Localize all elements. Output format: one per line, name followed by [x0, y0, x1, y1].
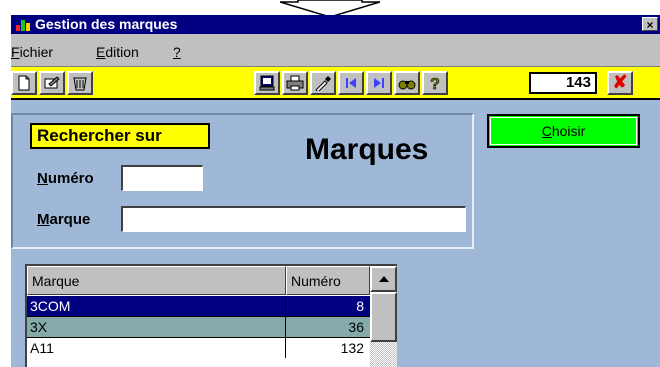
pipette-button[interactable] [310, 71, 336, 95]
last-record-icon [374, 78, 384, 88]
list-scrollbar[interactable] [370, 266, 397, 367]
cancel-button[interactable]: ✘ [607, 71, 633, 95]
delete-button[interactable] [67, 71, 93, 95]
help-button[interactable]: ? [422, 71, 448, 95]
cell-numero: 132 [340, 340, 364, 356]
preview-button[interactable] [254, 71, 280, 95]
numero-label: Numéro [37, 170, 94, 187]
marque-label: Marque [37, 211, 91, 228]
first-record-icon [346, 78, 356, 88]
cell-numero: 36 [348, 319, 364, 335]
record-counter: 143 [529, 72, 597, 94]
edit-button[interactable] [39, 71, 65, 95]
toolbar: ? 143 ✘ [11, 66, 660, 100]
numero-field-box [121, 165, 203, 191]
scroll-thumb[interactable] [370, 292, 397, 342]
menu-bar: Fichier Edition ? [11, 34, 660, 66]
window-title: Gestion des marques [35, 16, 178, 32]
edit-icon [44, 76, 60, 89]
search-button[interactable] [394, 71, 420, 95]
marque-field[interactable] [123, 208, 465, 231]
column-header-marque[interactable]: Marque [27, 266, 286, 295]
menu-fichier[interactable]: Fichier [11, 44, 53, 60]
first-record-button[interactable] [338, 71, 364, 95]
brand-list[interactable]: Marque Numéro 3COM 8 3X 36 A11 132 [25, 264, 397, 367]
new-document-icon [18, 75, 30, 91]
search-label: Rechercher sur [30, 123, 210, 149]
column-header-numero[interactable]: Numéro [286, 266, 370, 295]
svg-text:?: ? [430, 76, 440, 91]
print-button[interactable] [282, 71, 308, 95]
page-title: Marques [305, 133, 429, 166]
last-record-button[interactable] [366, 71, 392, 95]
app-icon [16, 20, 30, 31]
help-icon: ? [430, 76, 440, 91]
print-icon [286, 75, 304, 91]
trash-icon [73, 77, 87, 91]
binoculars-icon [398, 80, 416, 90]
scroll-up-button[interactable] [370, 266, 397, 292]
close-button[interactable]: × [642, 17, 658, 32]
list-header: Marque Numéro [27, 266, 370, 295]
cell-marque: 3X [30, 319, 48, 335]
menu-edition[interactable]: Edition [96, 44, 139, 60]
new-button[interactable] [11, 71, 37, 95]
monitor-icon [259, 75, 275, 91]
table-row[interactable]: 3X 36 [27, 317, 370, 337]
table-row[interactable]: 3COM 8 [27, 296, 370, 316]
window-titlebar: Gestion des marques × [11, 15, 660, 34]
cell-numero: 8 [356, 298, 364, 314]
marque-field-box [121, 206, 466, 232]
table-row[interactable]: A11 132 [27, 338, 370, 358]
choose-button[interactable]: Choisir [487, 114, 640, 148]
arrow-up-icon [378, 276, 389, 282]
numero-field[interactable] [123, 167, 202, 190]
cell-marque: 3COM [30, 298, 71, 314]
menu-help[interactable]: ? [173, 44, 181, 60]
cell-marque: A11 [30, 340, 54, 356]
pipette-icon [315, 76, 331, 91]
